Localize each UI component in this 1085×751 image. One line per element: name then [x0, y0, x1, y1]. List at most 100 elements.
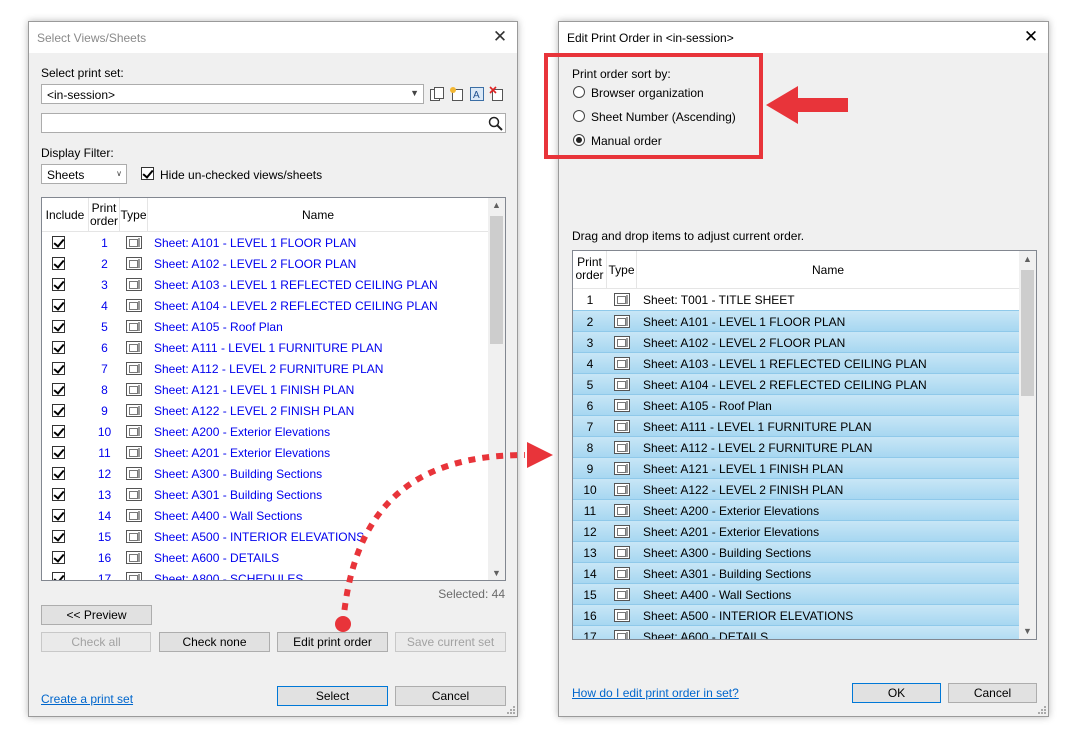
resize-grip-icon[interactable]: [1036, 704, 1046, 714]
column-name[interactable]: Name: [148, 198, 488, 231]
table-row[interactable]: 7 Sheet: A112 - LEVEL 2 FURNITURE PLAN: [42, 358, 489, 379]
new-set-icon[interactable]: [449, 86, 465, 102]
table-row[interactable]: 12 Sheet: A300 - Building Sections: [42, 463, 489, 484]
dialog-title: Edit Print Order in <in-session>: [567, 31, 734, 45]
include-checkbox[interactable]: [52, 299, 65, 312]
table-row[interactable]: 8 Sheet: A121 - LEVEL 1 FINISH PLAN: [42, 379, 489, 400]
sheet-name-cell: Sheet: A104 - LEVEL 2 REFLECTED CEILING …: [643, 378, 927, 392]
check-all-button[interactable]: Check all: [41, 632, 151, 652]
column-print-order[interactable]: Print order: [573, 251, 607, 288]
views-sheets-list[interactable]: Include Print order Type Name 1 Sheet: A1…: [41, 197, 506, 581]
preview-button[interactable]: << Preview: [41, 605, 152, 625]
help-link[interactable]: How do I edit print order in set?: [572, 686, 739, 700]
scroll-up-icon[interactable]: ▲: [488, 200, 505, 210]
table-row[interactable]: 2 Sheet: A102 - LEVEL 2 FLOOR PLAN: [42, 253, 489, 274]
hide-unchecked-checkbox[interactable]: [141, 167, 154, 180]
print-order-cell: 2: [101, 257, 108, 271]
table-row[interactable]: 14 Sheet: A301 - Building Sections: [573, 562, 1019, 583]
include-checkbox[interactable]: [52, 404, 65, 417]
resize-grip-icon[interactable]: [505, 704, 515, 714]
print-order-cell: 4: [586, 357, 594, 371]
column-type[interactable]: Type: [607, 251, 637, 288]
ok-button[interactable]: OK: [852, 683, 941, 703]
sheet-name-cell: Sheet: A104 - LEVEL 2 REFLECTED CEILING …: [154, 299, 438, 313]
scroll-thumb[interactable]: [1021, 270, 1034, 396]
table-row[interactable]: 1 Sheet: T001 - TITLE SHEET: [573, 289, 1019, 310]
include-checkbox[interactable]: [52, 509, 65, 522]
include-checkbox[interactable]: [52, 362, 65, 375]
table-row[interactable]: 3 Sheet: A102 - LEVEL 2 FLOOR PLAN: [573, 331, 1019, 352]
include-checkbox[interactable]: [52, 572, 65, 580]
table-row[interactable]: 13 Sheet: A300 - Building Sections: [573, 541, 1019, 562]
table-row[interactable]: 16 Sheet: A600 - DETAILS: [42, 547, 489, 568]
table-row[interactable]: 10 Sheet: A200 - Exterior Elevations: [42, 421, 489, 442]
create-print-set-link[interactable]: Create a print set: [41, 692, 133, 706]
include-checkbox[interactable]: [52, 551, 65, 564]
rename-icon[interactable]: A: [469, 86, 485, 102]
sheet-name-cell: Sheet: A102 - LEVEL 2 FLOOR PLAN: [643, 336, 846, 350]
print-set-dropdown[interactable]: <in-session> ▼: [41, 84, 424, 104]
table-row[interactable]: 2 Sheet: A101 - LEVEL 1 FLOOR PLAN: [573, 310, 1019, 331]
table-row[interactable]: 14 Sheet: A400 - Wall Sections: [42, 505, 489, 526]
table-row[interactable]: 17 Sheet: A600 - DETAILS: [573, 625, 1019, 639]
table-row[interactable]: 16 Sheet: A500 - INTERIOR ELEVATIONS: [573, 604, 1019, 625]
scroll-up-icon[interactable]: ▲: [1019, 254, 1036, 264]
table-row[interactable]: 12 Sheet: A201 - Exterior Elevations: [573, 520, 1019, 541]
table-row[interactable]: 17 Sheet: A800 - SCHEDULES: [42, 568, 489, 580]
close-icon[interactable]: ✕: [1020, 26, 1042, 48]
include-checkbox[interactable]: [52, 467, 65, 480]
include-checkbox[interactable]: [52, 425, 65, 438]
table-row[interactable]: 4 Sheet: A103 - LEVEL 1 REFLECTED CEILING…: [573, 352, 1019, 373]
table-row[interactable]: 3 Sheet: A103 - LEVEL 1 REFLECTED CEILING…: [42, 274, 489, 295]
table-row[interactable]: 10 Sheet: A122 - LEVEL 2 FINISH PLAN: [573, 478, 1019, 499]
delete-set-icon[interactable]: [489, 86, 505, 102]
column-type[interactable]: Type: [120, 198, 148, 231]
include-checkbox[interactable]: [52, 530, 65, 543]
include-checkbox[interactable]: [52, 320, 65, 333]
display-filter-dropdown[interactable]: Sheets ∨: [41, 164, 127, 184]
select-button[interactable]: Select: [277, 686, 388, 706]
table-row[interactable]: 5 Sheet: A104 - LEVEL 2 REFLECTED CEILING…: [573, 373, 1019, 394]
table-row[interactable]: 5 Sheet: A105 - Roof Plan: [42, 316, 489, 337]
table-row[interactable]: 11 Sheet: A201 - Exterior Elevations: [42, 442, 489, 463]
include-checkbox[interactable]: [52, 383, 65, 396]
table-row[interactable]: 15 Sheet: A400 - Wall Sections: [573, 583, 1019, 604]
print-order-cell: 16: [97, 551, 112, 565]
table-row[interactable]: 6 Sheet: A111 - LEVEL 1 FURNITURE PLAN: [42, 337, 489, 358]
table-row[interactable]: 6 Sheet: A105 - Roof Plan: [573, 394, 1019, 415]
column-name[interactable]: Name: [637, 251, 1019, 288]
scroll-down-icon[interactable]: ▼: [1019, 626, 1036, 636]
scroll-down-icon[interactable]: ▼: [488, 568, 505, 578]
table-row[interactable]: 9 Sheet: A122 - LEVEL 2 FINISH PLAN: [42, 400, 489, 421]
list-scrollbar[interactable]: ▲ ▼: [1019, 251, 1036, 639]
table-row[interactable]: 9 Sheet: A121 - LEVEL 1 FINISH PLAN: [573, 457, 1019, 478]
cancel-button[interactable]: Cancel: [948, 683, 1037, 703]
table-row[interactable]: 4 Sheet: A104 - LEVEL 2 REFLECTED CEILING…: [42, 295, 489, 316]
table-row[interactable]: 8 Sheet: A112 - LEVEL 2 FURNITURE PLAN: [573, 436, 1019, 457]
table-row[interactable]: 15 Sheet: A500 - INTERIOR ELEVATIONS: [42, 526, 489, 547]
search-icon[interactable]: [488, 116, 503, 131]
column-include[interactable]: Include: [42, 198, 89, 231]
table-row[interactable]: 13 Sheet: A301 - Building Sections: [42, 484, 489, 505]
edit-print-order-button[interactable]: Edit print order: [277, 632, 388, 652]
duplicate-icon[interactable]: [429, 86, 445, 102]
cancel-button[interactable]: Cancel: [395, 686, 506, 706]
check-none-button[interactable]: Check none: [159, 632, 270, 652]
print-order-list[interactable]: Print order Type Name 1 Sheet: T001 - TIT…: [572, 250, 1037, 640]
search-input[interactable]: [41, 113, 506, 133]
include-checkbox[interactable]: [52, 236, 65, 249]
column-print-order[interactable]: Print order: [89, 198, 120, 231]
list-scrollbar[interactable]: ▲ ▼: [488, 198, 505, 580]
include-checkbox[interactable]: [52, 257, 65, 270]
save-current-set-button[interactable]: Save current set: [395, 632, 506, 652]
include-checkbox[interactable]: [52, 341, 65, 354]
close-icon[interactable]: ✕: [489, 26, 511, 48]
include-checkbox[interactable]: [52, 278, 65, 291]
include-checkbox[interactable]: [52, 446, 65, 459]
sheet-icon: [614, 630, 630, 639]
scroll-thumb[interactable]: [490, 216, 503, 344]
table-row[interactable]: 11 Sheet: A200 - Exterior Elevations: [573, 499, 1019, 520]
include-checkbox[interactable]: [52, 488, 65, 501]
table-row[interactable]: 1 Sheet: A101 - LEVEL 1 FLOOR PLAN: [42, 232, 489, 253]
table-row[interactable]: 7 Sheet: A111 - LEVEL 1 FURNITURE PLAN: [573, 415, 1019, 436]
